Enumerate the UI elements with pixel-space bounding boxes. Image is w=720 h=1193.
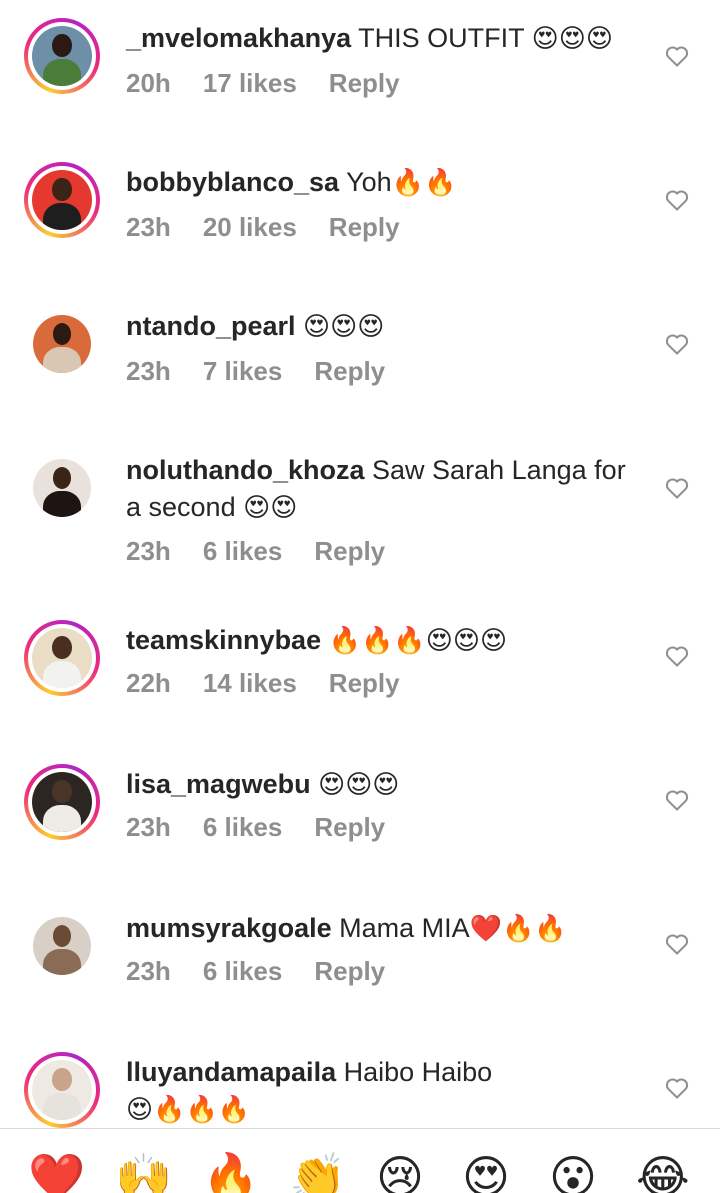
comment-time: 22h <box>126 668 171 698</box>
heart-outline-icon <box>665 478 689 499</box>
comment-username[interactable]: teamskinnybae <box>126 625 321 655</box>
comment-time: 23h <box>126 956 171 986</box>
comment-emojis: 🔥🔥 <box>391 168 457 198</box>
avatar[interactable] <box>24 162 100 238</box>
comment-meta: 20h 17 likes Reply <box>126 68 400 99</box>
reaction-crying-face-button[interactable]: 😢 <box>376 1149 424 1193</box>
heart-outline-icon <box>665 934 689 955</box>
reaction-clapping-hands-button[interactable]: 👏 <box>289 1149 346 1193</box>
heart-outline-icon <box>665 1078 689 1099</box>
comment-likes[interactable]: 6 likes <box>203 536 283 567</box>
comment-meta: 23h 6 likes Reply <box>126 536 385 567</box>
heart-outline-icon <box>665 46 689 67</box>
comment-time: 23h <box>126 812 171 842</box>
like-comment-button[interactable] <box>664 643 690 669</box>
comment-reply-button[interactable]: Reply <box>329 668 400 699</box>
comment-meta: 23h 6 likes Reply <box>126 956 385 987</box>
reaction-tears-of-joy-button[interactable]: 😂 <box>636 1149 690 1193</box>
comment-likes[interactable]: 6 likes <box>203 956 283 987</box>
reaction-heart-eyes-button[interactable]: 😍 <box>462 1149 510 1193</box>
comment-reply-button[interactable]: Reply <box>314 956 385 987</box>
comment-likes[interactable]: 7 likes <box>203 356 283 387</box>
avatar[interactable] <box>24 450 100 526</box>
comment-meta: 22h 14 likes Reply <box>126 668 400 699</box>
comment-likes[interactable]: 20 likes <box>203 212 297 243</box>
comment-time: 20h <box>126 68 171 98</box>
like-comment-button[interactable] <box>664 43 690 69</box>
comment-meta: 23h 6 likes Reply <box>126 812 385 843</box>
heart-outline-icon <box>665 334 689 355</box>
like-comment-button[interactable] <box>664 475 690 501</box>
like-comment-button[interactable] <box>664 931 690 957</box>
comment-emojis: 😍😍 <box>243 493 298 523</box>
comment-time: 23h <box>126 536 171 566</box>
comment-time: 23h <box>126 356 171 386</box>
comment-username[interactable]: lisa_magwebu <box>126 769 311 799</box>
comment-reply-button[interactable]: Reply <box>329 212 400 243</box>
avatar[interactable] <box>24 620 100 696</box>
comment-reply-button[interactable]: Reply <box>314 356 385 387</box>
comment-emojis: 🔥🔥🔥😍😍😍 <box>328 626 508 656</box>
like-comment-button[interactable] <box>664 187 690 213</box>
comment-text: teamskinnybae 🔥🔥🔥😍😍😍 <box>126 622 636 660</box>
comment-emojis: 😍😍😍 <box>303 312 385 342</box>
reaction-fire-button[interactable]: 🔥 <box>202 1149 259 1193</box>
comment-time: 23h <box>126 212 171 242</box>
comment-username[interactable]: lluyandamapaila <box>126 1057 336 1087</box>
heart-outline-icon <box>665 790 689 811</box>
like-comment-button[interactable] <box>664 787 690 813</box>
comment-body: THIS OUTFIT <box>358 23 525 53</box>
comment-username[interactable]: noluthando_khoza <box>126 455 365 485</box>
heart-outline-icon <box>665 190 689 211</box>
comment-likes[interactable]: 6 likes <box>203 812 283 843</box>
comment-meta: 23h 7 likes Reply <box>126 356 385 387</box>
avatar[interactable] <box>24 306 100 382</box>
reaction-raising-hands-button[interactable]: 🙌 <box>115 1149 172 1193</box>
comment-username[interactable]: mumsyrakgoale <box>126 913 332 943</box>
comment-text: mumsyrakgoale Mama MIA❤️🔥🔥 <box>126 910 636 948</box>
comment-likes[interactable]: 17 likes <box>203 68 297 99</box>
comment-emojis: ❤️🔥🔥 <box>469 914 567 944</box>
comment-text: noluthando_khoza Saw Sarah Langa for a s… <box>126 452 636 527</box>
avatar[interactable] <box>24 18 100 94</box>
comment-text: bobbyblanco_sa Yoh🔥🔥 <box>126 164 636 202</box>
comment-text: lisa_magwebu 😍😍😍 <box>126 766 636 804</box>
avatar[interactable] <box>24 764 100 840</box>
comment-body: Mama MIA <box>339 913 470 943</box>
comment-meta: 23h 20 likes Reply <box>126 212 400 243</box>
comment-username[interactable]: _mvelomakhanya <box>126 23 351 53</box>
comment-text: ntando_pearl 😍😍😍 <box>126 308 636 346</box>
comment-emojis: 😍😍😍 <box>318 770 400 800</box>
comment-text: _mvelomakhanya THIS OUTFIT 😍😍😍 <box>126 20 636 58</box>
comment-emojis: 😍🔥🔥🔥 <box>126 1095 251 1125</box>
comment-username[interactable]: bobbyblanco_sa <box>126 167 339 197</box>
comment-username[interactable]: ntando_pearl <box>126 311 296 341</box>
comment-emojis: 😍😍😍 <box>531 24 613 54</box>
comment-reply-button[interactable]: Reply <box>314 812 385 843</box>
comment-likes[interactable]: 14 likes <box>203 668 297 699</box>
quick-reaction-bar: ❤️ 🙌 🔥 👏 😢 😍 😮 😂 <box>0 1128 720 1193</box>
reaction-red-heart-button[interactable]: ❤️ <box>28 1149 85 1193</box>
comment-text: lluyandamapaila Haibo Haibo 😍🔥🔥🔥 <box>126 1054 546 1129</box>
heart-outline-icon <box>665 646 689 667</box>
comment-body: Haibo Haibo <box>343 1057 493 1087</box>
reaction-surprised-face-button[interactable]: 😮 <box>549 1149 597 1193</box>
avatar[interactable] <box>24 1052 100 1128</box>
comment-reply-button[interactable]: Reply <box>329 68 400 99</box>
comment-body: Yoh <box>346 167 392 197</box>
like-comment-button[interactable] <box>664 331 690 357</box>
avatar[interactable] <box>24 908 100 984</box>
comment-reply-button[interactable]: Reply <box>314 536 385 567</box>
like-comment-button[interactable] <box>664 1075 690 1101</box>
